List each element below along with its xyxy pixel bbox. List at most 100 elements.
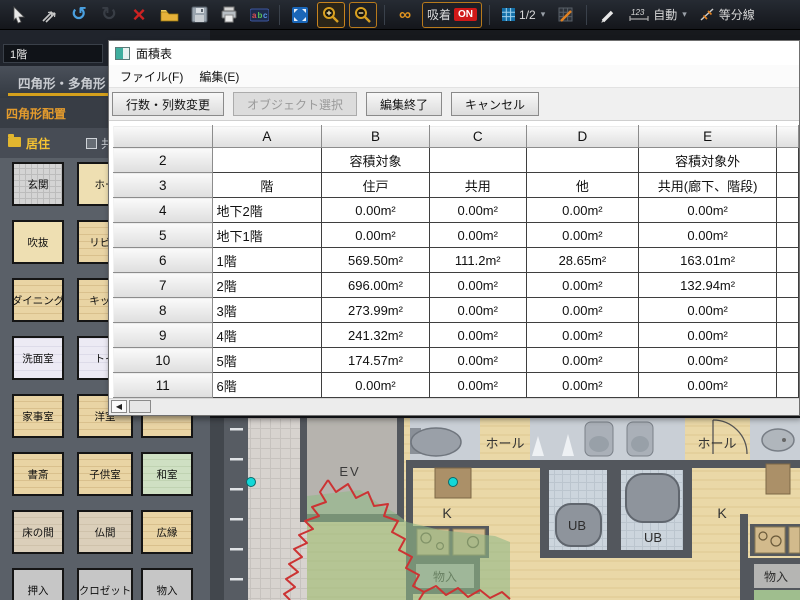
table-cell[interactable]: 2階 (212, 273, 322, 298)
column-header[interactable]: A (212, 126, 322, 148)
row-header[interactable]: 8 (114, 298, 213, 323)
undo-icon[interactable]: ↺ (66, 3, 92, 27)
room-button[interactable]: 和室 (141, 452, 193, 496)
print-icon[interactable] (216, 3, 242, 27)
table-cell[interactable]: 容積対象外 (639, 148, 777, 173)
row-header[interactable]: 10 (114, 348, 213, 373)
room-button[interactable]: 押入 (12, 568, 64, 600)
table-cell[interactable]: 569.50m² (322, 248, 430, 273)
row-header[interactable]: 3 (114, 173, 213, 198)
table-cell[interactable]: 容積対象 (322, 148, 430, 173)
table-cell[interactable]: 696.00m² (322, 273, 430, 298)
column-header[interactable]: D (526, 126, 639, 148)
table-cell[interactable]: 0.00m² (429, 298, 526, 323)
room-button[interactable]: 洗面室 (12, 336, 64, 380)
table-cell[interactable]: 0.00m² (639, 298, 777, 323)
table-cell-partial[interactable] (777, 223, 799, 248)
room-button[interactable]: 物入 (141, 568, 193, 600)
table-cell[interactable]: 0.00m² (429, 373, 526, 398)
table-cell[interactable]: 6階 (212, 373, 322, 398)
table-cell[interactable]: 4階 (212, 323, 322, 348)
horizontal-scrollbar[interactable]: ◀ (109, 398, 799, 415)
table-cell[interactable]: 0.00m² (639, 348, 777, 373)
table-cell[interactable]: 0.00m² (429, 198, 526, 223)
menu-item[interactable]: 編集(E) (192, 66, 246, 87)
save-icon[interactable] (186, 3, 212, 27)
table-cell[interactable]: 0.00m² (639, 198, 777, 223)
table-cell[interactable]: 0.00m² (526, 323, 639, 348)
open-folder-icon[interactable] (156, 3, 182, 27)
zoom-in-button[interactable] (317, 2, 345, 28)
table-cell[interactable]: 地下1階 (212, 223, 322, 248)
table-cell-partial[interactable] (777, 273, 799, 298)
table-cell[interactable]: 111.2m² (429, 248, 526, 273)
room-button[interactable]: 仏間 (77, 510, 133, 554)
delete-icon[interactable]: × (126, 3, 152, 27)
room-button[interactable]: 書斎 (12, 452, 64, 496)
table-cell[interactable]: 0.00m² (429, 323, 526, 348)
select-cursor-icon[interactable] (6, 3, 32, 27)
zoom-out-button[interactable] (349, 2, 377, 28)
table-cell[interactable]: 住戸 (322, 173, 430, 198)
table-cell-partial[interactable] (777, 348, 799, 373)
scroll-thumb[interactable] (129, 400, 151, 413)
fit-view-icon[interactable] (287, 3, 313, 27)
abc-label-icon[interactable]: abc (246, 3, 272, 27)
table-cell[interactable]: 共用(廊下、階段) (639, 173, 777, 198)
column-header[interactable]: C (429, 126, 526, 148)
table-cell[interactable] (526, 148, 639, 173)
room-button[interactable]: 家事室 (12, 394, 64, 438)
column-header[interactable]: E (639, 126, 777, 148)
row-header[interactable]: 6 (114, 248, 213, 273)
dialog-titlebar[interactable]: 面積表 (109, 41, 799, 65)
table-cell[interactable]: 3階 (212, 298, 322, 323)
dialog-button[interactable]: 編集終了 (366, 92, 442, 116)
table-cell[interactable]: 0.00m² (526, 273, 639, 298)
table-cell[interactable]: 0.00m² (429, 273, 526, 298)
table-cell[interactable]: 1階 (212, 248, 322, 273)
table-cell-partial[interactable] (777, 173, 799, 198)
row-header[interactable]: 11 (114, 373, 213, 398)
table-cell[interactable]: 241.32m² (322, 323, 430, 348)
table-cell[interactable]: 共用 (429, 173, 526, 198)
table-cell[interactable]: 他 (526, 173, 639, 198)
table-cell[interactable] (429, 148, 526, 173)
row-header[interactable]: 4 (114, 198, 213, 223)
table-cell[interactable]: 0.00m² (429, 223, 526, 248)
room-button[interactable]: 玄関 (12, 162, 64, 206)
floorplan-canvas[interactable]: EV ホール ホール (210, 418, 800, 600)
table-cell[interactable]: 28.65m² (526, 248, 639, 273)
scroll-left-arrow[interactable]: ◀ (111, 400, 127, 413)
grid-edit-icon[interactable] (553, 3, 579, 27)
snap-toggle-button[interactable]: 吸着 ON (422, 2, 482, 28)
table-cell[interactable]: 0.00m² (639, 223, 777, 248)
table-cell[interactable]: 273.99m² (322, 298, 430, 323)
table-cell[interactable]: 0.00m² (526, 198, 639, 223)
table-cell[interactable]: 0.00m² (429, 348, 526, 373)
row-header[interactable]: 2 (114, 148, 213, 173)
area-table[interactable]: ABCDE2容積対象容積対象外3階住戸共用他共用(廊下、階段)4地下2階0.00… (113, 125, 799, 398)
room-button[interactable]: 広縁 (141, 510, 193, 554)
table-cell[interactable]: 0.00m² (526, 223, 639, 248)
room-button[interactable]: 吹抜 (12, 220, 64, 264)
menu-item[interactable]: ファイル(F) (113, 66, 190, 87)
multi-select-icon[interactable] (36, 3, 62, 27)
snap-point[interactable] (449, 478, 458, 487)
room-button[interactable]: 子供室 (77, 452, 133, 496)
auto-dimension-dropdown[interactable]: 123 自動 ▾ (624, 3, 691, 27)
table-cell[interactable]: 0.00m² (322, 223, 430, 248)
row-header[interactable]: 7 (114, 273, 213, 298)
table-cell[interactable]: 階 (212, 173, 322, 198)
pen-tool-icon[interactable] (594, 3, 620, 27)
corner-cell[interactable] (114, 126, 213, 148)
table-cell-partial[interactable] (777, 373, 799, 398)
table-cell[interactable]: 0.00m² (526, 373, 639, 398)
table-cell-partial[interactable] (777, 198, 799, 223)
row-header[interactable]: 9 (114, 323, 213, 348)
column-header[interactable]: B (322, 126, 430, 148)
table-cell[interactable]: 0.00m² (526, 348, 639, 373)
table-cell[interactable]: 132.94m² (639, 273, 777, 298)
room-button[interactable]: クロゼット (77, 568, 133, 600)
dialog-button[interactable]: 行数・列数変更 (112, 92, 224, 116)
room-button[interactable]: ダイニング (12, 278, 64, 322)
